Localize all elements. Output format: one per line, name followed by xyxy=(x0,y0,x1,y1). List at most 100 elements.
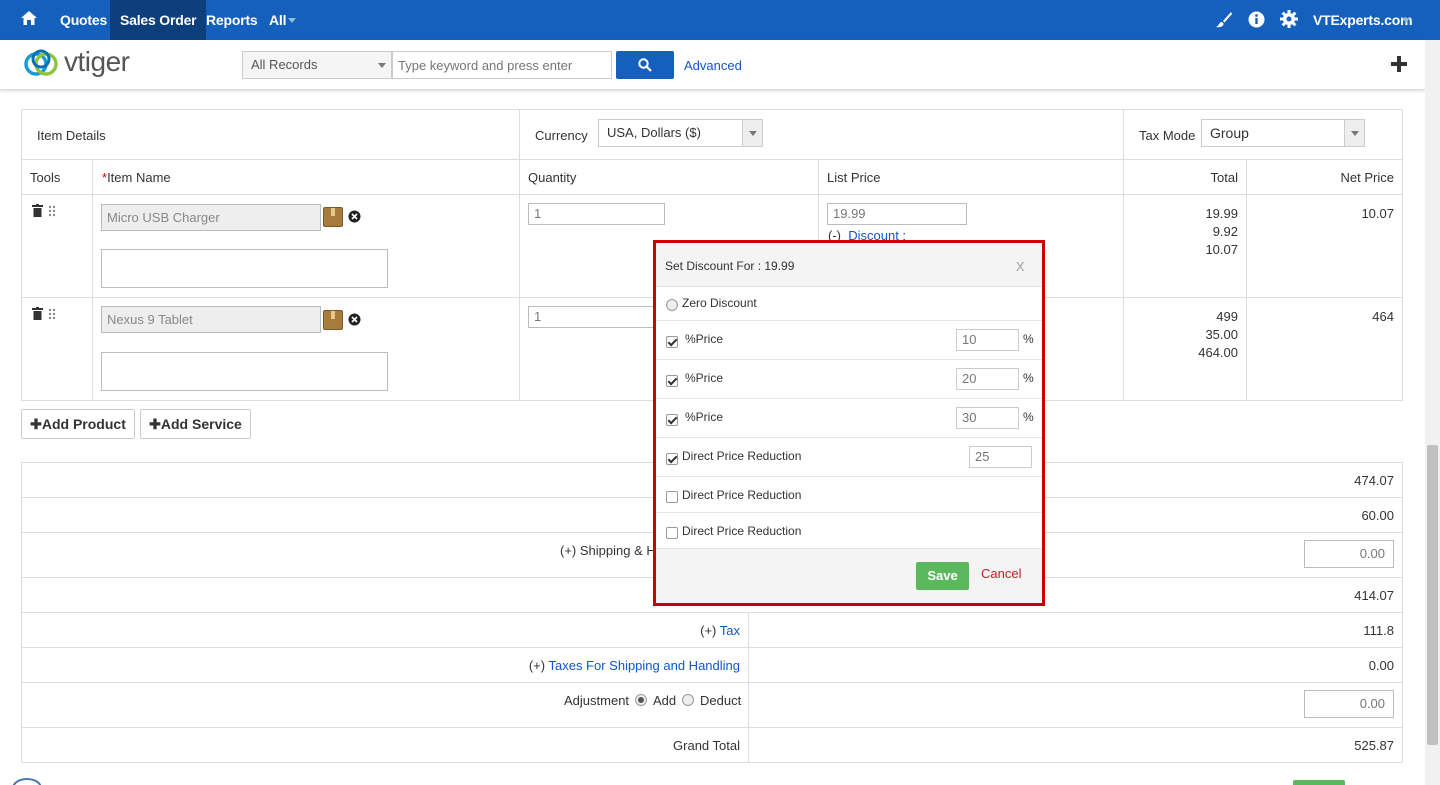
discount-label: %Price xyxy=(685,410,724,424)
percent-unit: % xyxy=(1023,332,1034,346)
tax-mode-select[interactable]: Group xyxy=(1201,119,1365,147)
row-net-price: 464 xyxy=(1372,309,1394,324)
adjustment-deduct-radio[interactable] xyxy=(682,694,694,706)
tax-value: 111.8 xyxy=(1363,623,1394,638)
row-discount: 9.92 xyxy=(1212,224,1238,239)
discount-checkbox[interactable] xyxy=(666,527,678,539)
org-chevron-icon xyxy=(1402,18,1410,23)
item-description-textarea[interactable] xyxy=(101,352,388,391)
taxes-shipping-value: 0.00 xyxy=(1368,658,1394,673)
col-tools: Tools xyxy=(30,170,61,185)
item-name-field[interactable]: Nexus 9 Tablet xyxy=(101,306,321,333)
save-button[interactable]: Save xyxy=(916,562,969,590)
tax-label[interactable]: (+) Tax xyxy=(560,623,740,638)
logo-text: vtiger xyxy=(64,46,130,77)
adjustment-add-radio[interactable] xyxy=(635,694,647,706)
vtiger-logo xyxy=(24,49,58,76)
direct-reduction-input[interactable]: 25 xyxy=(969,446,1032,468)
scrollbar-thumb[interactable] xyxy=(1427,445,1438,745)
quantity-input[interactable]: 1 xyxy=(528,203,665,225)
footer-circle-icon[interactable] xyxy=(12,778,42,785)
col-quantity: Quantity xyxy=(528,170,577,185)
nav-reports[interactable]: Reports xyxy=(196,0,268,40)
clear-icon[interactable] xyxy=(348,313,361,326)
discount-label: Direct Price Reduction xyxy=(682,488,802,502)
modal-close-icon[interactable]: x xyxy=(1016,256,1025,276)
search-input[interactable] xyxy=(392,51,612,79)
filter-chevron-icon xyxy=(378,63,386,68)
percent-unit: % xyxy=(1023,410,1034,424)
zero-discount-radio[interactable] xyxy=(666,299,678,311)
discount-checkbox[interactable] xyxy=(666,414,678,426)
zero-discount-label: Zero Discount xyxy=(682,296,757,310)
search-icon xyxy=(638,58,652,72)
item-description-textarea[interactable] xyxy=(101,249,388,288)
discount-label: Direct Price Reduction xyxy=(682,449,802,463)
shipping-input[interactable]: 0.00 xyxy=(1304,540,1394,568)
adjustment-deduct-label: Deduct xyxy=(700,693,742,708)
record-filter-value: All Records xyxy=(251,57,318,72)
footer-save-button[interactable] xyxy=(1293,780,1345,785)
currency-select[interactable]: USA, Dollars ($) xyxy=(598,119,763,147)
search-bar: vtiger All Records Advanced xyxy=(0,40,1425,90)
discount-percent-input[interactable]: 10 xyxy=(956,329,1019,351)
tax-mode-select-arrow[interactable] xyxy=(1344,120,1364,146)
shipping-label[interactable]: (+) Shipping & Ha xyxy=(560,543,663,558)
trash-icon[interactable] xyxy=(32,204,43,217)
add-product-button[interactable]: ✚Add Product xyxy=(21,409,135,439)
drag-handle-icon[interactable] xyxy=(48,205,56,217)
adjustment-input[interactable]: 0.00 xyxy=(1304,690,1394,718)
page-scrollbar[interactable] xyxy=(1425,40,1440,785)
home-icon[interactable] xyxy=(20,10,38,26)
top-navigation: Quotes Sales Order Reports All VTExperts… xyxy=(0,0,1440,40)
discount-label: %Price xyxy=(685,332,724,346)
tax-mode-value: Group xyxy=(1210,125,1249,141)
product-box-icon[interactable] xyxy=(323,207,343,227)
taxes-shipping-label[interactable]: (+) Taxes For Shipping and Handling xyxy=(440,658,740,673)
brush-icon[interactable] xyxy=(1215,11,1233,29)
item-name-field[interactable]: Micro USB Charger xyxy=(101,204,321,231)
col-total: Total xyxy=(1210,170,1238,185)
row-total: 499 xyxy=(1216,309,1238,324)
search-button[interactable] xyxy=(616,51,674,79)
nav-all-chevron-icon xyxy=(288,18,296,23)
discount-label: Direct Price Reduction xyxy=(682,524,802,538)
org-name[interactable]: VTExperts.com xyxy=(1313,0,1413,40)
discount-checkbox[interactable] xyxy=(666,453,678,465)
list-price-input[interactable]: 19.99 xyxy=(827,203,967,225)
discount-percent-input[interactable]: 20 xyxy=(956,368,1019,390)
discount-checkbox[interactable] xyxy=(666,336,678,348)
tax-mode-label: Tax Mode xyxy=(1139,128,1196,143)
item-details-title: Item Details xyxy=(37,128,106,143)
nav-quotes[interactable]: Quotes xyxy=(50,0,117,40)
currency-select-arrow[interactable] xyxy=(742,120,762,146)
discount-percent-input[interactable]: 30 xyxy=(956,407,1019,429)
product-box-icon[interactable] xyxy=(323,310,343,330)
adjustment-add-label: Add xyxy=(653,693,677,708)
cancel-link[interactable]: Cancel xyxy=(981,566,1021,581)
nav-sales-order[interactable]: Sales Order xyxy=(110,0,207,40)
row-total: 19.99 xyxy=(1205,206,1238,221)
row-after-discount: 10.07 xyxy=(1205,242,1238,257)
items-total-value: 474.07 xyxy=(1354,473,1394,488)
modal-title: Set Discount For : 19.99 xyxy=(665,259,795,273)
gear-icon[interactable] xyxy=(1280,10,1298,28)
clear-icon[interactable] xyxy=(348,210,361,223)
add-service-button[interactable]: ✚Add Service xyxy=(140,409,251,439)
col-list-price: List Price xyxy=(827,170,881,185)
record-filter-select[interactable]: All Records xyxy=(242,51,392,79)
trash-icon[interactable] xyxy=(32,307,43,320)
advanced-search-link[interactable]: Advanced xyxy=(684,58,742,73)
info-icon[interactable] xyxy=(1248,11,1265,28)
drag-handle-icon[interactable] xyxy=(48,308,56,320)
percent-unit: % xyxy=(1023,371,1034,385)
currency-label: Currency xyxy=(535,128,588,143)
quantity-input[interactable]: 1 xyxy=(528,306,665,328)
row-discount: 35.00 xyxy=(1205,327,1238,342)
discount-checkbox[interactable] xyxy=(666,491,678,503)
grand-total-value: 525.87 xyxy=(1354,738,1394,753)
adjustment-label: Adjustment xyxy=(564,693,630,708)
col-net-price: Net Price xyxy=(1340,170,1394,185)
discount-checkbox[interactable] xyxy=(666,375,678,387)
plus-icon[interactable] xyxy=(1390,55,1408,73)
